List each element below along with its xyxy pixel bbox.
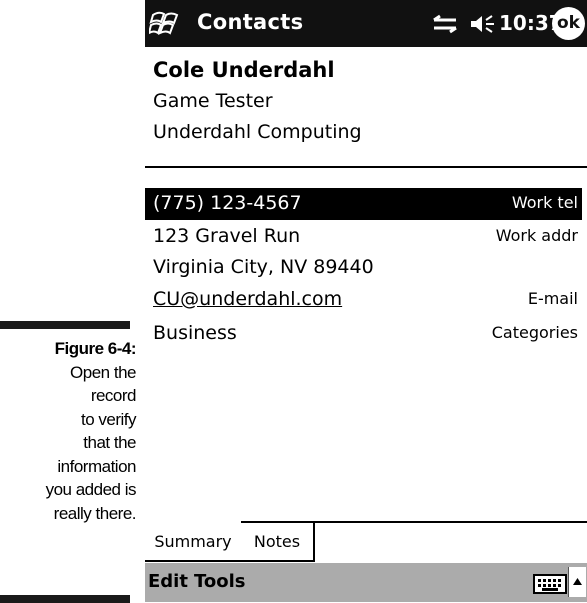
keyboard-icon[interactable] [533,573,567,595]
tab-strip-line [315,521,587,523]
caption-line: you added is [45,480,137,499]
caption-line: information [57,456,136,476]
contact-job-title: Game Tester [153,90,273,112]
connectivity-icon[interactable] [430,12,460,36]
figure-caption: Figure 6-4: Open the record to verify th… [0,337,137,525]
field-value: Business [153,322,237,344]
field-row-email[interactable]: CU@underdahl.com E-mail [145,284,582,316]
caption-line: Open the [70,362,136,382]
tab-notes[interactable]: Notes [241,521,315,562]
caption-line: to verify [80,409,137,429]
contact-name: Cole Underdahl [153,58,335,82]
caption-rule-top [0,321,130,329]
windows-start-icon[interactable] [149,7,183,39]
contact-header: Cole Underdahl Game Tester Underdahl Com… [153,54,362,148]
figure-label: Figure 6-4: [54,339,137,358]
field-label: E-mail [527,289,578,308]
field-label: Work addr [495,226,578,245]
field-value: (775) 123-4567 [153,192,302,214]
menu-bar: Edit Tools [145,563,587,602]
field-value: Virginia City, NV 89440 [153,256,374,278]
field-row-work-tel[interactable]: (775) 123-4567 Work tel [145,188,582,220]
menu-tools[interactable]: Tools [194,571,246,592]
contact-company: Underdahl Computing [153,121,362,143]
field-row-work-addr[interactable]: 123 Gravel Run Work addr [145,221,582,253]
field-value: 123 Gravel Run [153,225,301,247]
app-title: Contacts [197,10,304,34]
caption-line: that the [83,433,136,452]
field-label: Categories [491,323,578,342]
tab-summary[interactable]: Summary [145,521,243,562]
speaker-icon[interactable] [469,12,497,36]
email-link[interactable]: CU@underdahl.com [153,288,342,310]
caption-line: really there. [53,503,137,523]
field-row-categories[interactable]: Business Categories [145,318,582,350]
field-row-address-line-2[interactable]: Virginia City, NV 89440 [145,252,582,284]
pda-screen: Contacts 10:37 ok Cole Underdahl Game Te… [145,0,587,602]
caption-line: record [90,386,137,405]
tab-strip: Summary Notes [145,521,587,562]
ok-button[interactable]: ok [552,7,585,40]
title-bar: Contacts 10:37 ok [145,0,587,47]
input-arrow-icon[interactable] [568,567,586,597]
header-divider [145,166,587,168]
field-label: Work tel [511,193,578,212]
menu-edit[interactable]: Edit [148,571,188,592]
